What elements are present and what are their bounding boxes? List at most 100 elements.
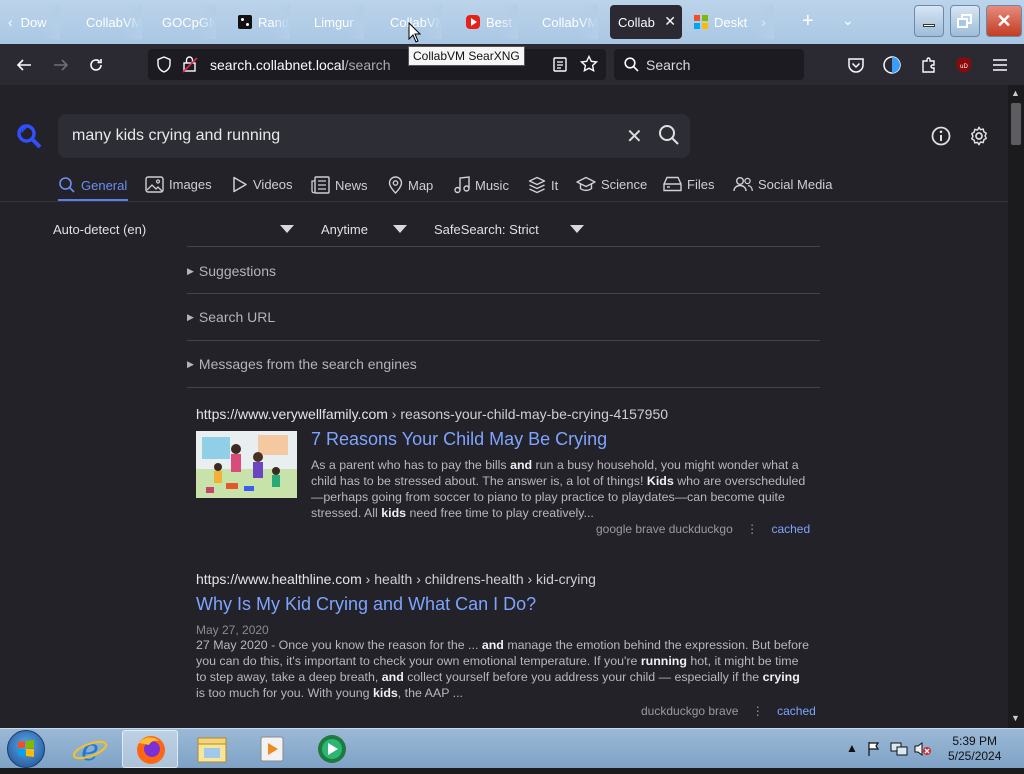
tab-science[interactable]: Science: [576, 176, 647, 193]
chevron-down-icon[interactable]: [393, 225, 407, 233]
taskbar-collabvm[interactable]: [304, 730, 360, 768]
forward-button[interactable]: [50, 54, 72, 76]
description-text: is too much for you. With young: [196, 686, 373, 700]
browser-tab[interactable]: Rand: [238, 5, 290, 39]
suggestions-toggle[interactable]: ▶ Suggestions: [187, 263, 276, 279]
browser-tab[interactable]: Deskt ›: [694, 5, 774, 39]
url-bar[interactable]: search.collabnet.local/search: [148, 49, 606, 80]
lock-warning-icon[interactable]: [182, 55, 198, 73]
triangle-right-icon: ▶: [187, 359, 194, 369]
cached-link[interactable]: cached: [771, 522, 810, 536]
browser-tab[interactable]: CollabVM: [542, 5, 598, 39]
music-icon: [454, 176, 470, 194]
tab-map[interactable]: Map: [388, 176, 433, 194]
list-tabs-button[interactable]: ⌄: [842, 12, 854, 29]
result-title-link[interactable]: Why Is My Kid Crying and What Can I Do?: [196, 594, 536, 615]
search-submit-icon[interactable]: [658, 124, 680, 146]
layers-icon: [528, 176, 546, 194]
tab-files[interactable]: Files: [663, 176, 714, 192]
result-title-link[interactable]: 7 Reasons Your Child May Be Crying: [311, 429, 607, 450]
ublock-icon: uD: [957, 57, 971, 73]
info-icon[interactable]: [930, 125, 952, 147]
taskbar-media-player[interactable]: [244, 730, 300, 768]
result-url[interactable]: https://www.healthline.com › health › ch…: [196, 571, 596, 587]
network-icon[interactable]: [890, 741, 908, 757]
pocket-button[interactable]: [845, 54, 867, 76]
browser-tab-active[interactable]: Collab ✕: [610, 5, 682, 39]
tab-social-media[interactable]: Social Media: [733, 176, 832, 192]
cached-link[interactable]: cached: [777, 704, 816, 718]
highlighted-term: running: [640, 654, 687, 668]
tab-news[interactable]: News: [311, 176, 368, 194]
tab-music[interactable]: Music: [454, 176, 509, 194]
searxng-logo-icon[interactable]: [16, 123, 42, 149]
triangle-right-icon: ▶: [187, 266, 194, 276]
result-engines: duckduckgo brave ⋮ cached: [641, 704, 816, 718]
browser-tab[interactable]: CollabVM: [86, 5, 142, 39]
back-button[interactable]: [13, 54, 35, 76]
browser-tab[interactable]: ‹ Dow: [8, 5, 60, 39]
scroll-thumb[interactable]: [1011, 103, 1021, 145]
result-date: May 27, 2020: [196, 623, 269, 637]
result-thumbnail[interactable]: [196, 431, 297, 498]
chevron-down-icon[interactable]: [570, 225, 584, 233]
reload-button[interactable]: [85, 54, 107, 76]
flag-icon[interactable]: [866, 741, 882, 757]
divider: [187, 246, 820, 247]
description-text: , the AAP ...: [397, 686, 464, 700]
time-range-select[interactable]: Anytime: [321, 222, 368, 237]
start-button[interactable]: [7, 730, 45, 768]
search-bar[interactable]: Search: [614, 49, 804, 80]
extensions-button[interactable]: [918, 54, 940, 76]
tab-general[interactable]: General: [58, 176, 127, 194]
arrow-right-icon: [54, 59, 69, 71]
clear-icon[interactable]: ✕: [626, 124, 643, 149]
bookmark-star-icon[interactable]: [580, 55, 598, 73]
tab-videos[interactable]: Videos: [232, 176, 293, 193]
show-hidden-icons[interactable]: ▲: [846, 741, 858, 755]
scroll-up-icon[interactable]: ▲: [1011, 88, 1020, 98]
safesearch-select[interactable]: SafeSearch: Strict: [434, 222, 539, 237]
chevron-down-icon[interactable]: [280, 225, 294, 233]
volume-muted-icon[interactable]: [914, 741, 932, 757]
result-url[interactable]: https://www.verywellfamily.com › reasons…: [196, 406, 668, 422]
ie-icon: e: [72, 733, 108, 768]
scroll-down-icon[interactable]: ▼: [1011, 713, 1020, 723]
browser-tab[interactable]: GOCpGN: [162, 5, 216, 39]
menu-button[interactable]: [989, 54, 1011, 76]
page-scrollbar[interactable]: ▲ ▼: [1008, 85, 1024, 728]
new-tab-button[interactable]: +: [802, 10, 814, 33]
search-input[interactable]: many kids crying and running: [72, 127, 280, 145]
system-clock[interactable]: 5:39 PM 5/25/2024: [948, 734, 1001, 764]
chevron-left-icon: ‹: [8, 14, 13, 30]
gear-icon[interactable]: [968, 125, 990, 147]
close-window-button[interactable]: ✕: [986, 5, 1022, 37]
minimize-button[interactable]: [914, 5, 944, 37]
highlighted-term: Kids: [646, 474, 674, 488]
search-query-box[interactable]: many kids crying and running ✕: [58, 114, 690, 158]
arrow-left-icon: [16, 59, 31, 71]
windows-logo-icon: [18, 740, 34, 757]
taskbar-explorer[interactable]: [184, 730, 240, 768]
language-select[interactable]: Auto-detect (en): [53, 222, 146, 237]
firefox-icon: [137, 736, 165, 764]
hamburger-icon: [993, 59, 1007, 71]
close-tab-icon[interactable]: ✕: [664, 13, 676, 30]
browser-tab[interactable]: Best: [466, 5, 518, 39]
search-url-toggle[interactable]: ▶ Search URL: [187, 309, 275, 325]
account-button[interactable]: [881, 54, 903, 76]
shield-icon[interactable]: [156, 56, 172, 73]
restore-button[interactable]: [950, 5, 980, 37]
drive-icon: [663, 176, 682, 192]
pocket-icon: [848, 58, 864, 73]
browser-tab[interactable]: Limgur: [314, 5, 364, 39]
engine-messages-toggle[interactable]: ▶ Messages from the search engines: [187, 356, 417, 372]
taskbar-firefox[interactable]: [122, 730, 178, 768]
highlighted-term: kids: [373, 686, 398, 700]
reader-view-icon[interactable]: [553, 57, 567, 72]
divider: [187, 387, 820, 388]
ublock-button[interactable]: uD: [953, 54, 975, 76]
tab-it[interactable]: It: [528, 176, 558, 194]
taskbar-ie[interactable]: e: [62, 730, 118, 768]
tab-images[interactable]: Images: [145, 176, 212, 193]
